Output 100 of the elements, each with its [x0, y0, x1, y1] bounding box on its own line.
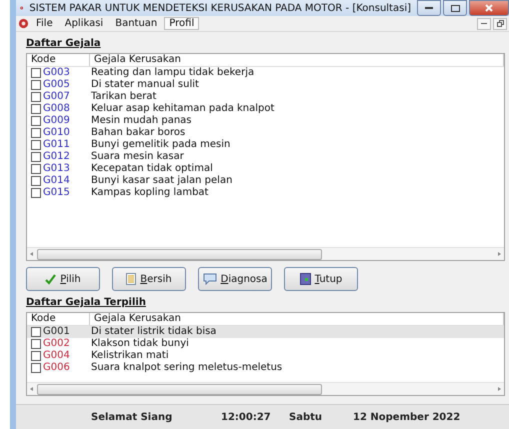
action-button[interactable]: Tutup	[284, 267, 358, 291]
code-cell-text: G006	[43, 362, 71, 374]
checkbox[interactable]	[31, 152, 41, 162]
maximize-icon	[450, 4, 460, 12]
symptom-cell: Kecepatan tidak optimal	[91, 163, 213, 175]
table-row[interactable]: G003 Reating dan lampu tidak bekerja	[27, 67, 504, 79]
minimize-icon	[481, 22, 487, 24]
menu-item[interactable]: File	[31, 17, 58, 30]
symptom-cell: Kelistrikan mati	[91, 350, 169, 362]
column-header[interactable]: Kode	[27, 313, 90, 325]
checkmark-icon	[45, 274, 56, 284]
scroll-right-icon[interactable]	[496, 386, 502, 392]
table-row[interactable]: G005 Di stater manual sulit	[27, 79, 504, 91]
code-cell-text: G001	[43, 326, 71, 338]
symptom-cell: Tarikan berat	[91, 91, 156, 103]
symptom-cell: Di stater listrik tidak bisa	[91, 326, 216, 338]
scroll-left-icon[interactable]	[29, 251, 35, 257]
column-header[interactable]: Kode	[27, 54, 90, 66]
section-heading: Daftar Gejala Terpilih	[26, 297, 146, 308]
action-button[interactable]: Diagnosa	[198, 267, 272, 291]
code-cell-text: G002	[43, 338, 71, 350]
table-row[interactable]: G007 Tarikan berat	[27, 91, 504, 103]
time-text: 12:00:27	[221, 412, 272, 422]
menu-item[interactable]: Aplikasi	[60, 17, 108, 30]
checkbox[interactable]	[31, 176, 41, 186]
symptom-cell: Reating dan lampu tidak bekerja	[91, 67, 254, 79]
code-cell-text: G009	[43, 115, 71, 127]
minimize-button[interactable]	[417, 0, 441, 16]
symptom-cell: Klakson tidak bunyi	[91, 338, 189, 350]
checkbox[interactable]	[31, 92, 41, 102]
horizontal-scrollbar[interactable]	[27, 382, 504, 395]
document-icon	[126, 273, 136, 285]
action-button[interactable]: Pilih	[26, 267, 100, 291]
code-cell-text: G012	[43, 151, 71, 163]
table-row[interactable]: G012 Suara mesin kasar	[27, 151, 504, 163]
checkbox[interactable]	[31, 68, 41, 78]
code-cell-text: G004	[43, 350, 71, 362]
checkbox[interactable]	[31, 80, 41, 90]
checkbox[interactable]	[31, 327, 41, 337]
minimize-icon	[425, 6, 433, 10]
scroll-left-icon[interactable]	[29, 386, 35, 392]
restore-icon	[496, 20, 504, 27]
table-row[interactable]: G006 Suara knalpot sering meletus-meletus	[27, 362, 504, 374]
window-title: SISTEM PAKAR UNTUK MENDETEKSI KERUSAKAN PADA MOTOR - [Konsultasi]	[29, 2, 411, 14]
greeting-text: Selamat Siang	[91, 412, 174, 422]
restore-button[interactable]	[493, 18, 507, 30]
code-cell-text: G013	[43, 163, 71, 175]
table-row[interactable]: G002 Klakson tidak bunyi	[27, 338, 504, 350]
code-cell-text: G005	[43, 79, 71, 91]
column-header[interactable]: Gejala Kerusakan	[90, 313, 504, 325]
table-row[interactable]: G014 Bunyi kasar saat jalan pelan	[27, 175, 504, 187]
code-cell-text: G007	[43, 91, 71, 103]
symptom-cell: Keluar asap kehitaman pada knalpot	[91, 103, 274, 115]
symptom-cell: Kampas kopling lambat	[91, 187, 208, 199]
code-cell-text: G014	[43, 175, 71, 187]
code-cell-text: G003	[43, 67, 71, 79]
checkbox[interactable]	[31, 363, 41, 373]
action-button[interactable]: Bersih	[112, 267, 186, 291]
checkbox[interactable]	[31, 140, 41, 150]
code-cell-text: G010	[43, 127, 71, 139]
table-row[interactable]: G015 Kampas kopling lambat	[27, 187, 504, 199]
table-row[interactable]: G010 Bahan bakar boros	[27, 127, 504, 139]
speech-bubble-icon	[202, 273, 217, 285]
table-row[interactable]: G001 Di stater listrik tidak bisa	[27, 326, 504, 338]
symptom-cell: Suara mesin kasar	[91, 151, 184, 163]
table-row[interactable]: G009 Mesin mudah panas	[27, 115, 504, 127]
checkbox[interactable]	[31, 339, 41, 349]
checkbox[interactable]	[31, 128, 41, 138]
maximize-button[interactable]	[443, 0, 467, 16]
symptom-cell: Di stater manual sulit	[91, 79, 199, 91]
symptom-cell: Mesin mudah panas	[91, 115, 192, 127]
table-row[interactable]: G011 Bunyi gemelitik pada mesin	[27, 139, 504, 151]
horizontal-scrollbar[interactable]	[27, 247, 504, 260]
code-cell-text: G011	[43, 139, 71, 151]
app-icon	[18, 18, 29, 29]
close-icon	[485, 4, 493, 12]
checkbox[interactable]	[31, 164, 41, 174]
symptom-cell: Bunyi kasar saat jalan pelan	[91, 175, 232, 187]
column-header[interactable]: Gejala Kerusakan	[90, 54, 504, 66]
checkbox[interactable]	[31, 104, 41, 114]
date-text: 12 Nopember 2022	[353, 412, 460, 422]
symptom-cell: Bunyi gemelitik pada mesin	[91, 139, 230, 151]
checkbox[interactable]	[31, 351, 41, 361]
symptom-cell: Suara knalpot sering meletus-meletus	[91, 362, 282, 374]
table-row[interactable]: G013 Kecepatan tidak optimal	[27, 163, 504, 175]
section-heading: Daftar Gejala	[26, 38, 101, 49]
close-button[interactable]	[469, 0, 509, 16]
code-cell-text: G015	[43, 187, 71, 199]
code-cell-text: G008	[43, 103, 71, 115]
scroll-right-icon[interactable]	[496, 251, 502, 257]
table-row[interactable]: G008 Keluar asap kehitaman pada knalpot	[27, 103, 504, 115]
menu-item[interactable]: Profil	[164, 17, 200, 30]
menu-item[interactable]: Bantuan	[110, 17, 162, 30]
checkbox[interactable]	[31, 116, 41, 126]
symptom-cell: Bahan bakar boros	[91, 127, 186, 139]
door-icon	[300, 273, 311, 285]
minimize-button[interactable]	[477, 18, 491, 30]
checkbox[interactable]	[31, 188, 41, 198]
table-row[interactable]: G004 Kelistrikan mati	[27, 350, 504, 362]
day-text: Sabtu	[289, 412, 324, 422]
